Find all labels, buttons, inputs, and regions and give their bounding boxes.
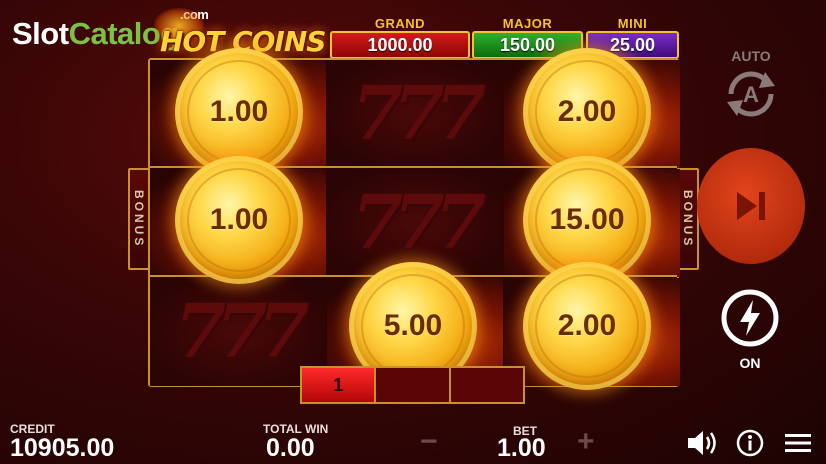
autoplay-label: AUTO	[731, 48, 771, 64]
coin-value: 1.00	[209, 203, 269, 236]
bonus-progress-segment	[450, 368, 523, 402]
coin-symbol: 1.00	[175, 156, 303, 284]
turbo-toggle[interactable]: ON	[718, 288, 782, 371]
jackpot-grand-value: 1000.00	[330, 31, 470, 59]
seven-symbol: 777	[351, 71, 486, 157]
jackpot-grand: GRAND 1000.00	[330, 16, 470, 59]
bonus-tab-right: BONUS	[677, 168, 699, 270]
coin-symbol: 2.00	[523, 262, 651, 390]
sound-icon[interactable]	[686, 428, 720, 463]
total-win-value: 0.00	[266, 434, 315, 462]
bet-value: 1.00	[497, 434, 546, 462]
coin-value: 2.00	[557, 309, 617, 342]
bet-increase-button[interactable]: +	[577, 424, 595, 460]
coin-value: 1.00	[209, 95, 269, 128]
coin-value: 2.00	[557, 95, 617, 128]
coin-value: 5.00	[383, 309, 443, 342]
play-skip-icon	[737, 192, 765, 220]
info-icon[interactable]	[735, 428, 765, 463]
bonus-progress-segment: 1	[302, 368, 377, 402]
reel-cell: 777	[327, 169, 503, 277]
menu-icon[interactable]	[783, 428, 813, 463]
turbo-label: ON	[739, 355, 761, 371]
jackpot-grand-label: GRAND	[374, 16, 426, 31]
jackpot-mini-label: MINI	[617, 16, 648, 31]
autoplay-button[interactable]: AUTO A	[715, 48, 787, 125]
autoplay-icon: A	[715, 68, 787, 125]
credit-value: 10905.00	[10, 434, 115, 462]
svg-text:A: A	[743, 82, 759, 107]
bonus-progress-segment	[376, 368, 451, 402]
seven-symbol: 777	[351, 180, 486, 266]
bonus-progress: 1	[300, 366, 525, 404]
jackpot-major-label: MAJOR	[502, 16, 553, 31]
seven-symbol: 777	[174, 289, 309, 375]
spin-button[interactable]	[697, 148, 805, 264]
reel-cell: 777	[327, 60, 503, 168]
bonus-tab-right-label: BONUS	[681, 189, 695, 249]
lightning-icon	[721, 289, 779, 347]
bonus-tab-left: BONUS	[128, 168, 150, 270]
bonus-tab-left-label: BONUS	[132, 189, 146, 249]
coin-value: 15.00	[549, 203, 625, 236]
bet-decrease-button[interactable]: −	[420, 424, 438, 460]
watermark-text-slot: Slot	[12, 16, 69, 51]
